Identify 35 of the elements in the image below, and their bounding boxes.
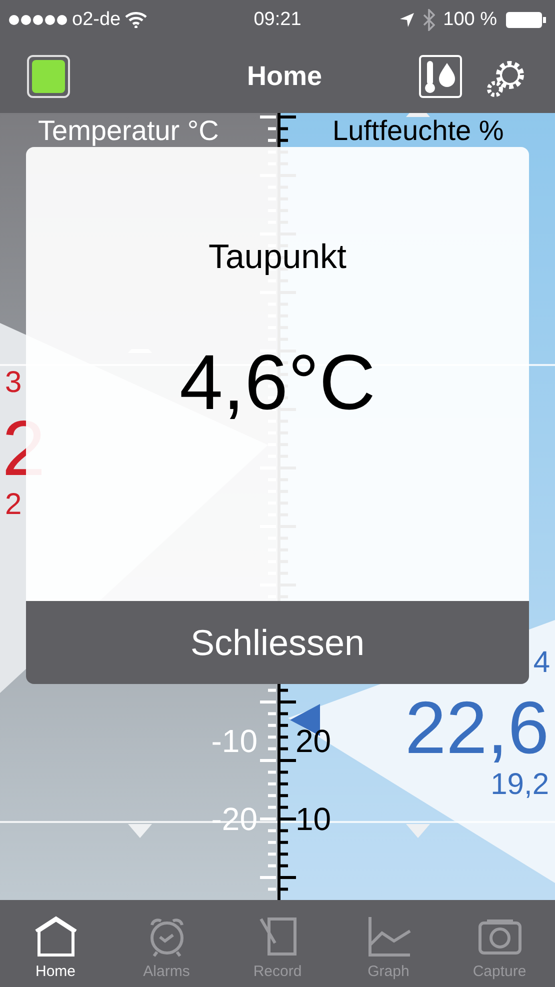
clock-time: 09:21 <box>254 8 302 32</box>
min-marker-icon <box>128 824 152 838</box>
close-button[interactable]: Schliessen <box>26 601 529 684</box>
dialog-title: Taupunkt <box>208 237 346 278</box>
current-reading: 2 <box>2 409 46 487</box>
current-reading: 22,6 <box>404 691 549 765</box>
tab-item[interactable]: Record <box>222 900 333 987</box>
scale-label: 20 <box>296 725 332 757</box>
tab-item[interactable]: Capture <box>444 900 555 987</box>
bluetooth-icon <box>423 9 436 31</box>
dew-point-value: 4,6°C <box>180 343 376 421</box>
min-reading: 19,2 <box>490 770 549 800</box>
line-chart-icon <box>366 914 412 956</box>
gauge-title: Temperatur °C <box>38 117 219 145</box>
tab-item[interactable]: Home <box>0 900 111 987</box>
scale-label: -10 <box>211 725 258 757</box>
signal-icon <box>8 14 68 26</box>
tab-item[interactable]: Alarms <box>111 900 222 987</box>
scale-label: 10 <box>296 803 332 835</box>
battery-percent: 100 % <box>443 8 498 32</box>
wifi-icon <box>124 12 147 28</box>
status-light[interactable] <box>27 55 70 98</box>
nav-title: Home <box>246 60 323 94</box>
max-reading: 3 <box>5 368 22 398</box>
gauge-title: Luftfeuchte % <box>332 117 504 145</box>
scale-label: -20 <box>211 803 258 835</box>
battery-icon <box>505 11 548 29</box>
max-reading: 4 <box>533 648 550 678</box>
carrier-name: o2-de <box>72 8 121 32</box>
tab-item[interactable]: Graph <box>333 900 444 987</box>
min-reading: 2 <box>5 490 22 520</box>
house-icon <box>32 914 78 956</box>
location-arrow-icon <box>399 12 416 28</box>
min-marker-icon <box>406 824 430 838</box>
thermometer-drop-icon[interactable] <box>419 55 462 98</box>
